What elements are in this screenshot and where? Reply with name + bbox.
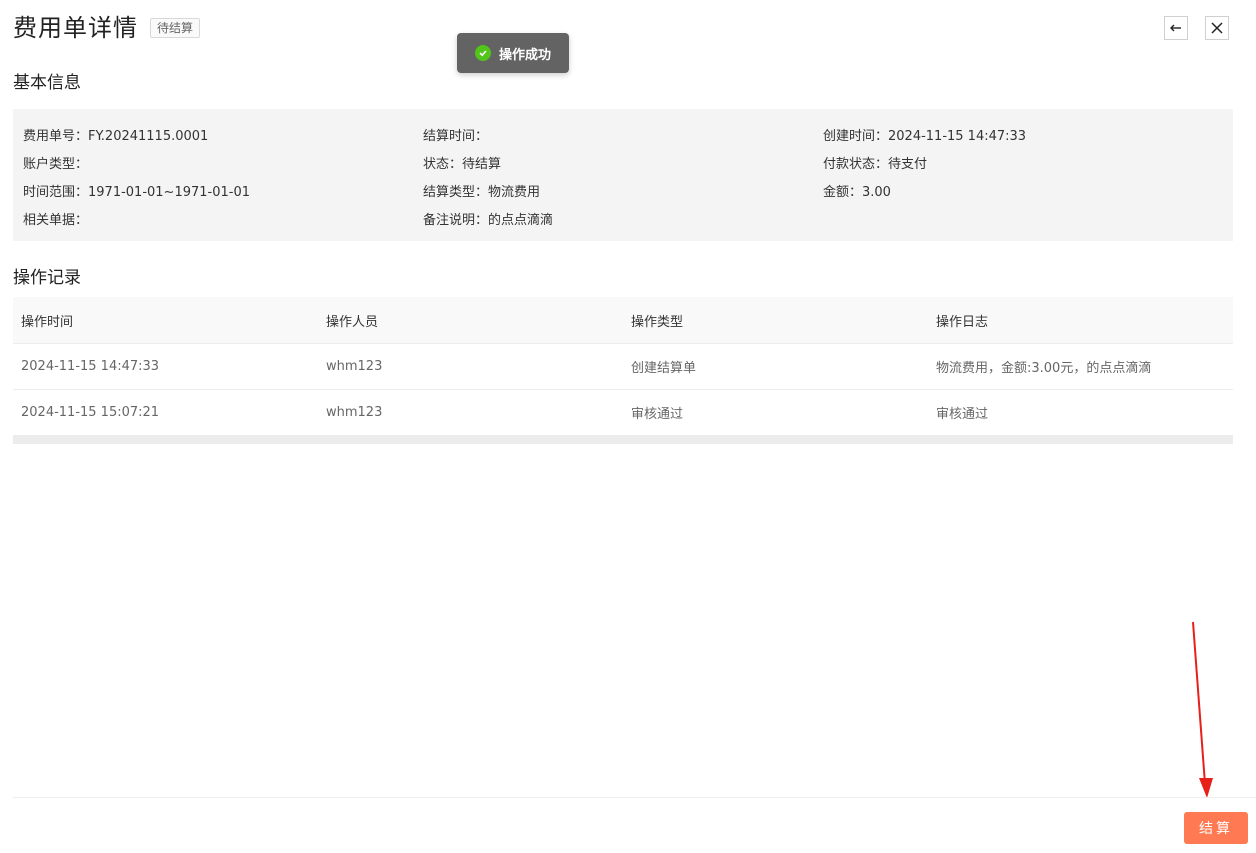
table-row: 2024-11-15 15:07:21 whm123 审核通过 审核通过	[13, 389, 1233, 436]
close-button[interactable]	[1205, 16, 1229, 40]
header: 费用单详情 待结算	[13, 12, 201, 44]
table-header-row: 操作时间 操作人员 操作类型 操作日志	[13, 297, 1233, 344]
table-cell: 物流费用，金额:3.00元，的点点滴滴	[928, 343, 1233, 390]
column-header: 操作日志	[928, 297, 1233, 344]
toast-message: 操作成功	[498, 47, 551, 63]
page-title: 费用单详情	[13, 14, 138, 42]
footer-divider	[13, 797, 1256, 798]
column-header: 操作人员	[318, 297, 623, 344]
table-cell: whm123	[318, 389, 623, 436]
settle-time: 结算时间：	[423, 129, 489, 144]
operation-log-title: 操作记录	[13, 268, 81, 288]
table-cell: 创建结算单	[623, 343, 928, 390]
status-badge: 待结算	[150, 18, 201, 38]
related-documents: 相关单据：	[23, 213, 89, 228]
table-cell: 审核通过	[928, 389, 1233, 436]
operation-log-table: 操作时间 操作人员 操作类型 操作日志 2024-11-15 14:47:33 …	[13, 297, 1233, 436]
amount: 金额：3.00	[823, 185, 891, 200]
remark: 备注说明：的点点滴滴	[423, 213, 554, 228]
success-toast: 操作成功	[457, 33, 569, 73]
time-range: 时间范围：1971-01-01~1971-01-01	[23, 185, 250, 200]
fee-detail-page: 费用单详情 待结算 操作成功 基本信息 费用单号：FY.20241115.000…	[0, 0, 1256, 853]
table-cell: 2024-11-15 15:07:21	[13, 389, 318, 436]
back-button[interactable]	[1164, 16, 1188, 40]
fee-number: 费用单号：FY.20241115.0001	[23, 129, 209, 144]
settle-button[interactable]: 结算	[1184, 812, 1248, 844]
status: 状态：待结算	[423, 157, 502, 172]
settle-type: 结算类型：物流费用	[423, 185, 541, 200]
create-time: 创建时间：2024-11-15 14:47:33	[823, 129, 1027, 144]
column-header: 操作类型	[623, 297, 928, 344]
basic-info-panel: 费用单号：FY.20241115.0001 结算时间： 创建时间：2024-11…	[13, 109, 1233, 241]
check-circle-icon	[474, 45, 491, 61]
annotation-arrow-icon	[1192, 621, 1213, 798]
close-icon	[1211, 22, 1223, 34]
table-cell: 2024-11-15 14:47:33	[13, 343, 318, 390]
arrow-left-icon	[1170, 24, 1181, 32]
account-type: 账户类型：	[23, 157, 89, 172]
column-header: 操作时间	[13, 297, 318, 344]
payment-status: 付款状态：待支付	[823, 157, 928, 172]
table-cell: whm123	[318, 343, 623, 390]
table-row: 2024-11-15 14:47:33 whm123 创建结算单 物流费用，金额…	[13, 343, 1233, 390]
basic-info-title: 基本信息	[13, 73, 81, 93]
table-scrollbar[interactable]	[13, 435, 1233, 444]
table-cell: 审核通过	[623, 389, 928, 436]
